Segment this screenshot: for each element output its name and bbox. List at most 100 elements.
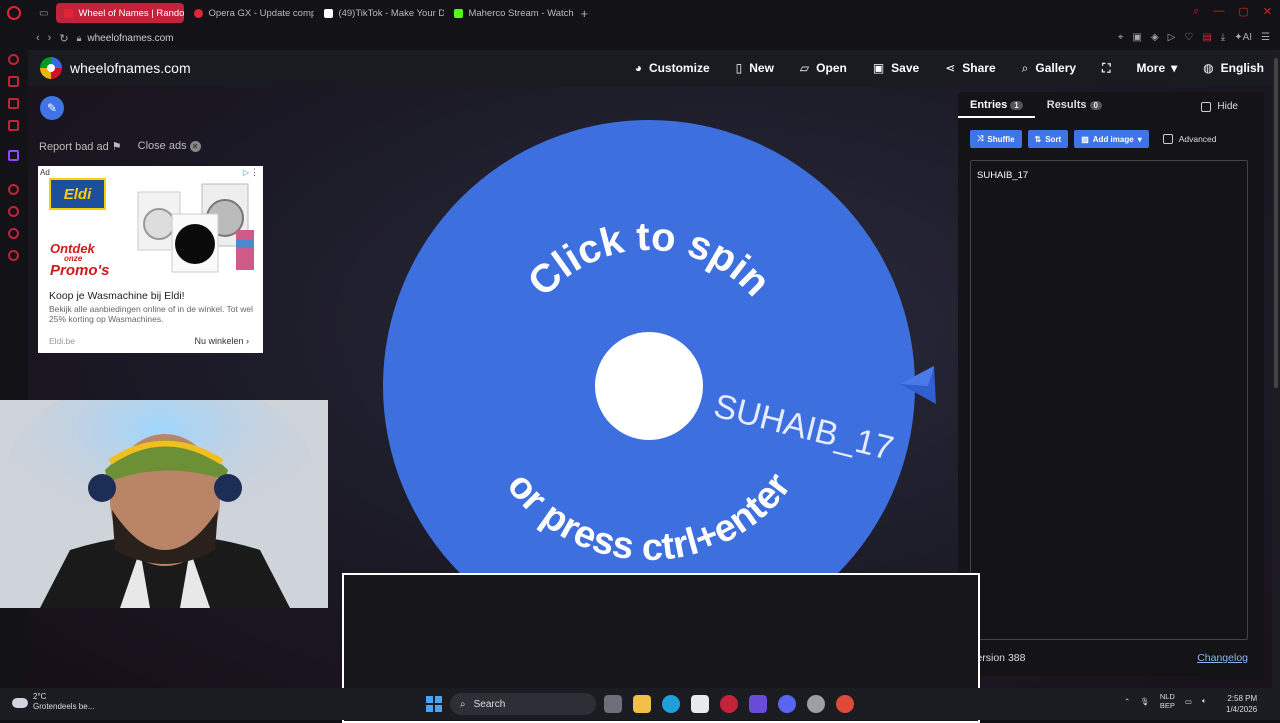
new-tab-button[interactable]: + <box>580 6 588 21</box>
close-window-button[interactable]: ✕ <box>1263 5 1272 18</box>
heart-icon[interactable]: ♡ <box>1184 32 1193 43</box>
bag-icon[interactable] <box>8 76 19 87</box>
maximize-button[interactable]: ▢ <box>1238 5 1248 18</box>
browser-tab-wheel[interactable]: Wheel of Names | Random <box>56 3 185 23</box>
shuffle-button[interactable]: ⤨ Shuffle <box>970 130 1022 148</box>
open-button[interactable]: ▱ Open <box>800 61 847 75</box>
forward-icon[interactable]: › <box>48 32 52 44</box>
close-ads-link[interactable]: Close ads ✕ <box>138 140 201 153</box>
gallery-button[interactable]: ⌕ Gallery <box>1022 61 1076 76</box>
workspaces-icon[interactable]: ▭ <box>39 8 48 19</box>
opera-gx-icon[interactable] <box>720 695 738 713</box>
palette-icon: ◕ <box>634 61 642 75</box>
gx-corner-icon[interactable] <box>8 120 19 131</box>
tab-results[interactable]: Results 0 <box>1035 92 1114 118</box>
entries-textarea[interactable]: SUHAIB_17 <box>970 160 1248 640</box>
weather-widget[interactable]: 2°C Grotendeels be... <box>33 692 94 712</box>
network-icon[interactable]: ▭ <box>1185 697 1192 706</box>
edit-pencil-button[interactable]: ✎ <box>40 96 64 120</box>
ad-source: Eldi.be <box>49 336 75 346</box>
adchoices-icon[interactable]: ▷ <box>243 168 249 177</box>
app-icon[interactable] <box>749 695 767 713</box>
site-title[interactable]: wheelofnames.com <box>70 60 191 76</box>
cta-label: Nu winkelen <box>194 336 244 346</box>
chevron-down-icon: ▾ <box>1137 134 1142 144</box>
new-button[interactable]: ▯ New <box>736 61 774 75</box>
player-icon[interactable] <box>8 184 19 195</box>
hide-label: Hide <box>1217 101 1238 112</box>
url-field[interactable]: wheelofnames.com <box>87 33 173 44</box>
wallet-icon[interactable]: ▤ <box>1202 32 1211 43</box>
menu-label: Save <box>891 61 920 75</box>
snapshot-icon[interactable]: ▣ <box>1133 32 1142 43</box>
vpn-icon[interactable]: ◈ <box>1151 32 1159 43</box>
browser-tab-kick[interactable]: Maherco Stream - Watch <box>446 3 574 23</box>
history-icon[interactable] <box>8 206 19 217</box>
system-tray: ⌃ 🎙︎ NLD BEP ▭ 🔈︎ <box>1124 692 1206 710</box>
chrome-icon[interactable] <box>836 695 854 713</box>
microphone-icon[interactable]: 🎙︎ <box>1140 697 1150 706</box>
clock[interactable]: 2:58 PM 1/4/2026 <box>1226 693 1257 715</box>
ad-menu-icon[interactable]: ⋮ <box>250 167 259 178</box>
wheel-pointer-icon <box>900 366 936 404</box>
reload-icon[interactable]: ↻ <box>59 32 68 45</box>
opera-logo-icon[interactable] <box>7 6 21 20</box>
tab-label: Opera GX - Update comp <box>208 7 315 19</box>
windows-start-icon[interactable] <box>426 696 442 712</box>
steam-icon[interactable] <box>807 695 825 713</box>
hide-toggle[interactable]: Hide <box>1201 101 1238 112</box>
more-button[interactable]: More ▾ <box>1136 61 1177 75</box>
play-icon[interactable]: ▷ <box>1168 32 1176 43</box>
search-tabs-icon[interactable]: ⌕ <box>1193 5 1199 18</box>
wheel-logo-icon[interactable] <box>40 57 62 79</box>
sort-button[interactable]: ⇅ Sort <box>1027 130 1069 148</box>
scrollbar-thumb[interactable] <box>1274 58 1278 388</box>
chevron-up-icon[interactable]: ⌃ <box>1124 697 1130 706</box>
language-button[interactable]: ◍ English <box>1203 61 1264 75</box>
task-view-icon[interactable] <box>604 695 622 713</box>
advanced-checkbox[interactable] <box>1162 134 1173 144</box>
tab-entries-label: Entries <box>970 99 1008 111</box>
add-image-button[interactable]: ▨ Add image ▾ <box>1074 130 1149 148</box>
wheel-center[interactable] <box>595 332 703 440</box>
opera-favicon-icon <box>194 8 204 18</box>
page-scrollbar[interactable] <box>1272 50 1280 688</box>
kick-favicon-icon <box>454 8 464 18</box>
browser-tab-bar: ▭ Wheel of Names | Random Opera GX - Upd… <box>0 0 1280 26</box>
browser-tab-opera[interactable]: Opera GX - Update comp <box>186 3 314 23</box>
extensions-icon[interactable] <box>8 228 19 239</box>
browser-tab-tiktok[interactable]: (49)TikTok - Make Your D <box>316 3 444 23</box>
aria-ai-icon[interactable]: ✦AI <box>1234 32 1252 43</box>
advertisement[interactable]: Ad ▷ ⋮ Eldi Ontdek onze Promo's Koop je … <box>38 166 263 353</box>
report-bad-ad-link[interactable]: Report bad ad ⚑ <box>39 140 122 153</box>
changelog-link[interactable]: Changelog <box>1197 652 1248 664</box>
customize-button[interactable]: ◕ Customize <box>635 61 710 75</box>
advanced-toggle[interactable]: Advanced <box>1162 134 1217 144</box>
back-icon[interactable]: ‹ <box>36 32 40 44</box>
taskbar-search[interactable]: ⌕ Search <box>450 693 596 715</box>
edge-icon[interactable] <box>662 695 680 713</box>
discord-icon[interactable] <box>778 695 796 713</box>
lang-code: NLD <box>1159 692 1175 701</box>
minimize-button[interactable]: — <box>1213 5 1224 18</box>
share-button[interactable]: ⋖ Share <box>945 61 995 75</box>
news-icon[interactable] <box>8 98 19 109</box>
language-indicator[interactable]: NLD BEP <box>1160 692 1175 710</box>
tab-entries[interactable]: Entries 1 <box>958 92 1035 118</box>
fullscreen-button[interactable]: ⛶ <box>1102 61 1110 76</box>
volume-icon[interactable]: 🔈︎ <box>1202 696 1207 706</box>
pin-icon[interactable]: ⌖ <box>1118 32 1124 43</box>
hide-checkbox[interactable] <box>1201 101 1212 112</box>
menu-label: Customize <box>648 61 710 75</box>
eldi-logo: Eldi <box>49 178 106 210</box>
promo-line: Promo's <box>50 262 110 279</box>
menu-icon[interactable]: ☰ <box>1261 32 1270 43</box>
download-icon[interactable]: ⤓ <box>1221 32 1225 43</box>
settings-icon[interactable] <box>8 250 19 261</box>
ad-cta-button[interactable]: Nu winkelen › <box>194 336 249 346</box>
store-icon[interactable] <box>691 695 709 713</box>
file-explorer-icon[interactable] <box>633 695 651 713</box>
gx-control-icon[interactable] <box>8 54 19 65</box>
twitch-icon[interactable] <box>8 150 19 161</box>
save-button[interactable]: ▣ Save <box>873 61 919 75</box>
